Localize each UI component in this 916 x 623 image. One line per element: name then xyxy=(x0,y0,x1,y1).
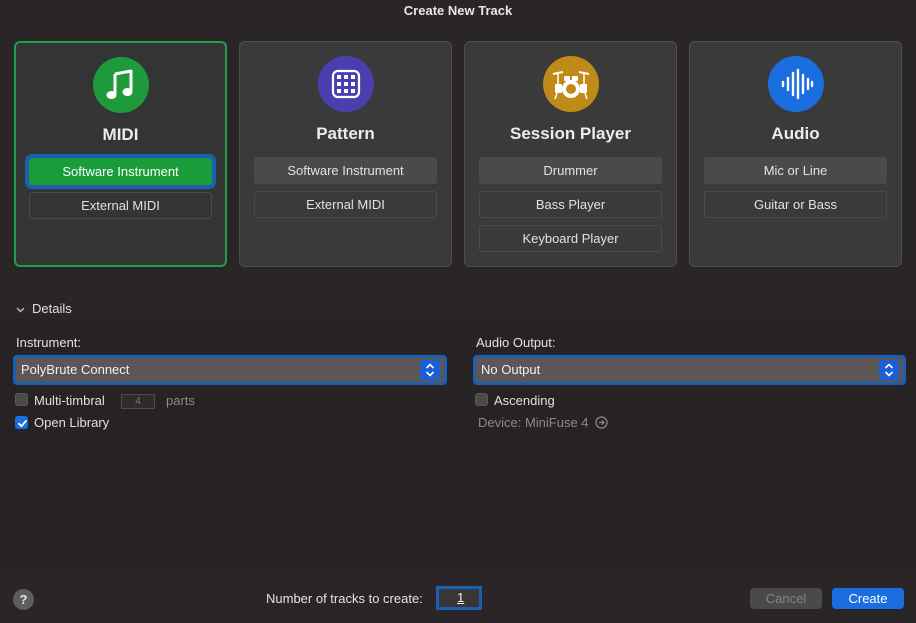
multitimbral-label: Multi-timbral xyxy=(34,393,105,408)
drum-kit-icon xyxy=(542,56,599,112)
details-label: Details xyxy=(32,301,72,316)
chevron-down-icon xyxy=(16,305,26,316)
card-title: Pattern xyxy=(316,124,375,143)
create-button[interactable]: Create xyxy=(832,588,904,609)
audio-output-select[interactable]: No Output xyxy=(473,355,906,385)
mic-or-line-button[interactable]: Mic or Line xyxy=(704,157,887,184)
tracks-count-label: Number of tracks to create: xyxy=(266,591,423,606)
multitimbral-checkbox[interactable] xyxy=(15,393,28,406)
device-text: Device: MiniFuse 4 xyxy=(478,415,589,430)
parts-label: parts xyxy=(166,393,195,408)
instrument-label: Instrument: xyxy=(16,335,82,350)
tracks-count-value: 1 xyxy=(457,590,465,605)
card-title: Audio xyxy=(771,124,820,143)
card-title: MIDI xyxy=(102,125,139,144)
track-type-pattern[interactable]: Pattern Software Instrument External MID… xyxy=(239,41,452,267)
drummer-button[interactable]: Drummer xyxy=(479,157,662,184)
window-title: Create New Track xyxy=(403,3,513,18)
pattern-external-midi-button[interactable]: External MIDI xyxy=(254,191,437,218)
instrument-value: PolyBrute Connect xyxy=(21,362,130,377)
keyboard-player-button[interactable]: Keyboard Player xyxy=(479,225,662,252)
instrument-select[interactable]: PolyBrute Connect xyxy=(13,355,447,385)
open-library-label: Open Library xyxy=(34,415,110,430)
track-type-session-player[interactable]: Session Player Drummer Bass Player Keybo… xyxy=(464,41,677,267)
details-disclosure[interactable]: Details xyxy=(16,301,72,316)
audio-output-value: No Output xyxy=(481,362,541,377)
cancel-button[interactable]: Cancel xyxy=(750,588,822,609)
ascending-checkbox[interactable] xyxy=(475,393,488,406)
up-down-chevron-icon xyxy=(879,360,899,380)
track-type-audio[interactable]: Audio Mic or Line Guitar or Bass xyxy=(689,41,902,267)
grid-icon xyxy=(317,56,374,112)
guitar-or-bass-button[interactable]: Guitar or Bass xyxy=(704,191,887,218)
music-note-icon xyxy=(92,57,149,113)
open-library-checkbox[interactable] xyxy=(15,416,28,429)
parts-field[interactable]: 4 xyxy=(121,394,155,409)
tracks-count-input[interactable]: 1 xyxy=(436,586,482,610)
pattern-software-instrument-button[interactable]: Software Instrument xyxy=(254,157,437,184)
midi-external-midi-button[interactable]: External MIDI xyxy=(29,192,212,219)
waveform-icon xyxy=(767,56,824,112)
midi-software-instrument-button[interactable]: Software Instrument xyxy=(25,154,216,189)
card-title: Session Player xyxy=(510,124,631,143)
audio-output-label: Audio Output: xyxy=(476,335,556,350)
device-info: Device: MiniFuse 4 xyxy=(478,415,608,432)
ascending-label: Ascending xyxy=(494,393,555,408)
up-down-chevron-icon xyxy=(420,360,440,380)
checkmark-icon xyxy=(18,419,27,428)
arrow-circle-right-icon[interactable] xyxy=(595,416,608,432)
track-type-midi[interactable]: MIDI Software Instrument External MIDI xyxy=(14,41,227,267)
help-button[interactable]: ? xyxy=(13,589,34,610)
bass-player-button[interactable]: Bass Player xyxy=(479,191,662,218)
